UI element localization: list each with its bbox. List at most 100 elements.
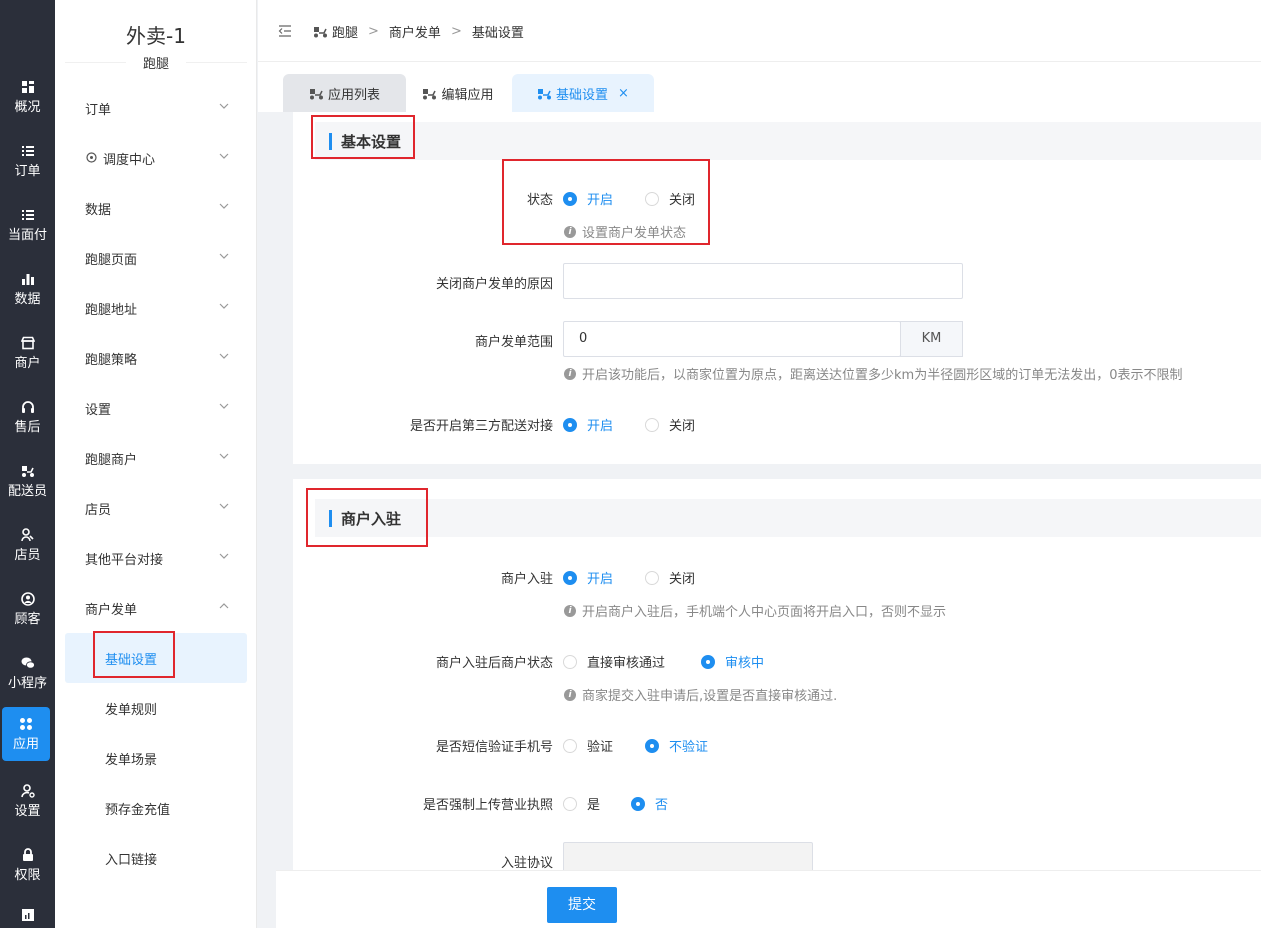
radio-dot <box>645 570 659 585</box>
sms-verify-radio[interactable]: 验证 <box>563 736 613 755</box>
submenu-item-entry-link[interactable]: 入口链接 <box>65 833 247 883</box>
rail-label: 订单 <box>14 163 41 179</box>
collapse-menu-icon[interactable] <box>278 25 292 37</box>
info-icon: i <box>564 225 576 238</box>
chevron-down-icon <box>219 453 229 459</box>
radio-dot <box>563 417 577 432</box>
section-title: 商户入驻 <box>341 510 402 528</box>
menu-item-other-platforms[interactable]: 其他平台对接 <box>65 538 247 578</box>
status-hint: i 设置商户发单状态 <box>564 222 686 241</box>
radio-label: 验证 <box>587 740 614 755</box>
chevron-down-icon <box>219 103 229 109</box>
menu-item-settings[interactable]: 设置 <box>65 388 247 428</box>
entry-on-radio[interactable]: 开启 <box>563 568 613 587</box>
breadcrumb-item[interactable]: 跑腿 <box>332 22 358 41</box>
rail-item-permissions[interactable]: 权限 <box>0 838 55 892</box>
rail-item-courier[interactable]: 配送员 <box>0 454 55 508</box>
third-party-label: 是否开启第三方配送对接 <box>409 419 553 434</box>
scooter-icon <box>423 88 437 99</box>
menu-label: 调度中心 <box>103 152 156 168</box>
scooter-icon <box>309 88 323 99</box>
submenu-item-rules[interactable]: 发单规则 <box>65 683 247 733</box>
rail-item-face-pay[interactable]: 当面付 <box>0 198 55 252</box>
hint-text: 商家提交入驻申请后,设置是否直接审核通过. <box>582 689 838 704</box>
section-bar <box>329 510 332 527</box>
rail-item-customer[interactable]: 顾客 <box>0 582 55 636</box>
rail-item-settings[interactable]: 设置 <box>0 774 55 828</box>
submenu-item-basic-settings[interactable]: 基础设置 <box>65 633 247 683</box>
top-bar: 跑腿 > 商户发单 > 基础设置 <box>258 0 1261 62</box>
third-party-off-radio[interactable]: 关闭 <box>645 415 695 434</box>
sms-no-verify-radio[interactable]: 不验证 <box>645 736 708 755</box>
tab-edit-app[interactable]: 编辑应用 <box>408 74 508 112</box>
third-party-on-radio[interactable]: 开启 <box>563 415 613 434</box>
tab-bar: 应用列表 编辑应用 基础设置 × <box>258 62 1261 112</box>
menu-item-strategy[interactable]: 跑腿策略 <box>65 338 247 378</box>
rail-label: 小程序 <box>7 675 47 691</box>
range-label: 商户发单范围 <box>474 335 553 350</box>
scooter-icon <box>538 88 552 99</box>
range-unit: KM <box>900 321 963 357</box>
section-header: 商户入驻 <box>315 499 1261 537</box>
tab-label: 应用列表 <box>327 87 380 103</box>
submenu-label: 预存金充值 <box>105 802 171 818</box>
menu-label: 订单 <box>85 102 112 118</box>
rail-item-data[interactable]: 数据 <box>0 262 55 316</box>
status-label: 状态 <box>526 193 553 208</box>
rail-item-clerk[interactable]: 店员 <box>0 518 55 572</box>
rail-item-orders[interactable]: 订单 <box>0 134 55 188</box>
breadcrumb-item[interactable]: 商户发单 <box>389 22 441 41</box>
auto-approve-radio[interactable]: 直接审核通过 <box>563 652 665 671</box>
section-bar <box>329 133 332 150</box>
menu-item-address[interactable]: 跑腿地址 <box>65 288 247 328</box>
radio-label: 否 <box>655 798 669 813</box>
entry-hint: i 开启商户入驻后，手机端个人中心页面将开启入口，否则不显示 <box>564 601 946 620</box>
report-icon <box>21 909 34 921</box>
status-on-radio[interactable]: 开启 <box>563 189 613 208</box>
license-no-radio[interactable]: 否 <box>631 794 668 813</box>
submenu-item-deposit[interactable]: 预存金充值 <box>65 783 247 833</box>
rail-label: 当面付 <box>7 227 47 243</box>
rail-label: 售后 <box>14 419 41 435</box>
menu-item-merchants[interactable]: 跑腿商户 <box>65 438 247 478</box>
range-input[interactable]: 0 <box>563 321 901 357</box>
menu-item-clerks[interactable]: 店员 <box>65 488 247 528</box>
submenu-item-scenes[interactable]: 发单场景 <box>65 733 247 783</box>
close-icon[interactable]: × <box>618 86 629 101</box>
menu-item-orders[interactable]: 订单 <box>65 88 247 128</box>
tab-basic-settings[interactable]: 基础设置 × <box>512 74 654 112</box>
submit-button[interactable]: 提交 <box>547 887 617 923</box>
license-yes-radio[interactable]: 是 <box>563 794 600 813</box>
menu-item-merchant-orders[interactable]: 商户发单 <box>65 588 247 628</box>
rail-item-merchant[interactable]: 商户 <box>0 326 55 380</box>
chevron-down-icon <box>219 253 229 259</box>
rail-item-overview[interactable]: 概况 <box>0 70 55 124</box>
menu-label: 跑腿地址 <box>85 302 138 318</box>
breadcrumb: 跑腿 > 商户发单 > 基础设置 <box>313 22 524 41</box>
radio-label: 关闭 <box>669 193 696 208</box>
pending-review-radio[interactable]: 审核中 <box>701 652 764 671</box>
submenu-label: 入口链接 <box>105 852 158 868</box>
radio-dot <box>645 191 659 206</box>
menu-item-pages[interactable]: 跑腿页面 <box>65 238 247 278</box>
tab-app-list[interactable]: 应用列表 <box>283 74 406 112</box>
radio-dot <box>701 654 715 669</box>
chevron-down-icon <box>219 403 229 409</box>
menu-label: 其他平台对接 <box>85 552 164 568</box>
status-off-radio[interactable]: 关闭 <box>645 189 695 208</box>
menu-item-data[interactable]: 数据 <box>65 188 247 228</box>
radio-label: 是 <box>587 798 601 813</box>
rail-item-apps[interactable]: 应用 <box>2 707 50 761</box>
rail-item-after-sales[interactable]: 售后 <box>0 390 55 444</box>
entry-off-radio[interactable]: 关闭 <box>645 568 695 587</box>
menu-item-dispatch[interactable]: 调度中心 <box>65 138 247 178</box>
rail-item-more[interactable] <box>0 900 55 928</box>
license-label: 是否强制上传营业执照 <box>422 798 553 813</box>
chevron-down-icon <box>219 203 229 209</box>
menu-label: 跑腿商户 <box>85 452 138 468</box>
radio-label: 开启 <box>587 419 614 434</box>
close-reason-input[interactable] <box>563 263 963 299</box>
users-icon <box>20 527 34 541</box>
scooter-icon <box>21 465 34 477</box>
rail-item-miniprogram[interactable]: 小程序 <box>0 646 55 700</box>
